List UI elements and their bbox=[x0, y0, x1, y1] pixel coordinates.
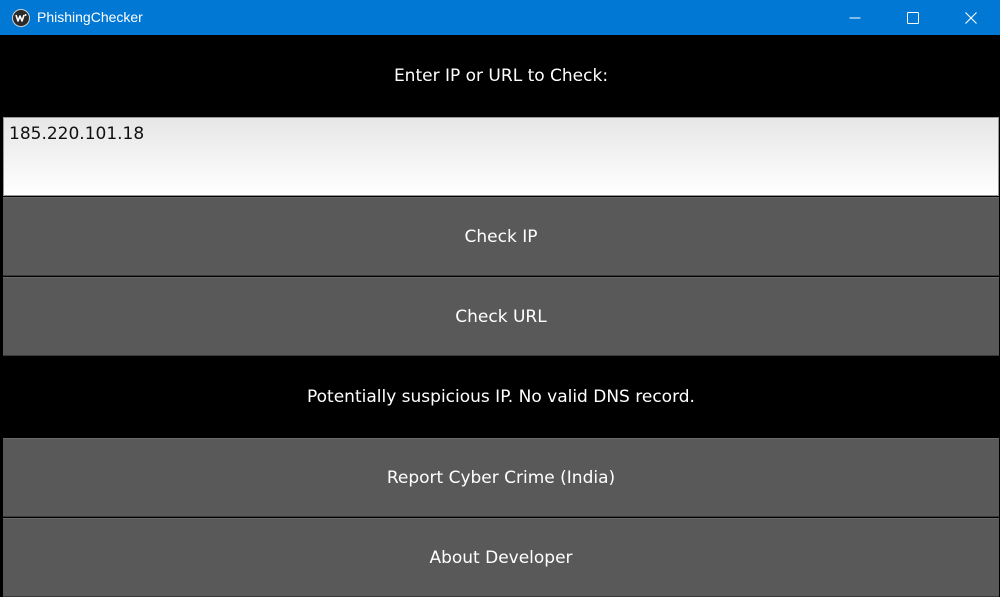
app-window: PhishingChecker Enter IP or URL to Check… bbox=[0, 0, 1000, 597]
minimize-button[interactable] bbox=[826, 0, 884, 35]
maximize-button[interactable] bbox=[884, 0, 942, 35]
check-url-button[interactable]: Check URL bbox=[3, 277, 999, 356]
about-developer-button[interactable]: About Developer bbox=[3, 518, 999, 597]
kivy-logo-icon bbox=[12, 9, 30, 27]
input-prompt-label: Enter IP or URL to Check: bbox=[393, 66, 609, 86]
report-cyber-crime-button[interactable]: Report Cyber Crime (India) bbox=[3, 438, 999, 517]
close-icon bbox=[965, 11, 977, 24]
result-status-text: Potentially suspicious IP. No valid DNS … bbox=[307, 387, 695, 407]
maximize-icon bbox=[907, 11, 919, 24]
check-ip-button[interactable]: Check IP bbox=[3, 197, 999, 276]
minimize-icon bbox=[849, 17, 861, 18]
close-button[interactable] bbox=[942, 0, 1000, 35]
title-bar[interactable]: PhishingChecker bbox=[0, 0, 1000, 35]
main-content: Enter IP or URL to Check: 185.220.101.18… bbox=[2, 36, 1000, 597]
window-title: PhishingChecker bbox=[37, 9, 143, 25]
ip-url-input[interactable]: 185.220.101.18 bbox=[3, 117, 999, 196]
